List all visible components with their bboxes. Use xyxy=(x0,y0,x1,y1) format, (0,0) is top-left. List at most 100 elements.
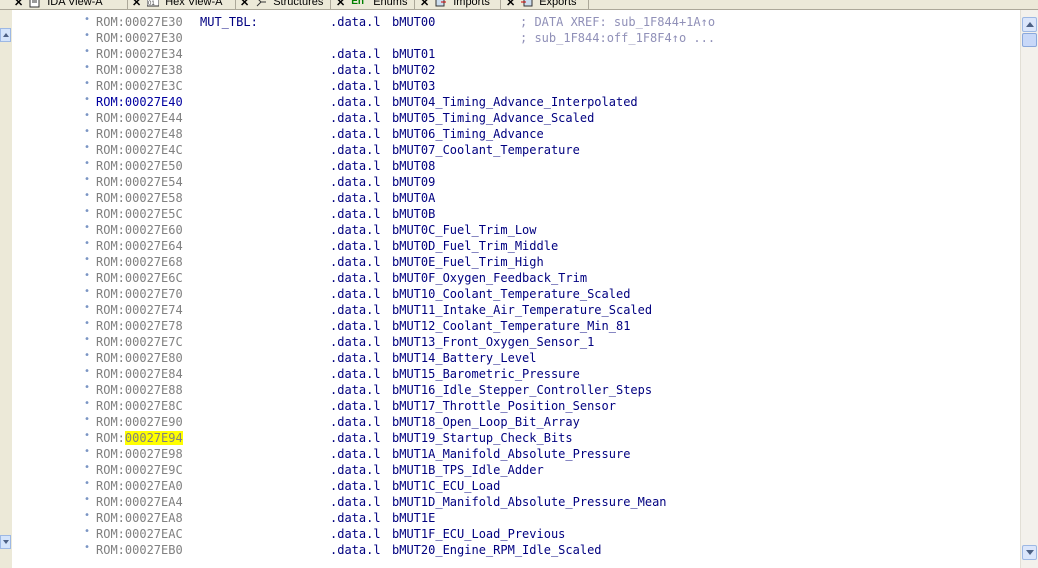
row-address[interactable]: ROM:00027E50 xyxy=(96,158,183,174)
row-operand[interactable]: bMUT20_Engine_RPM_Idle_Scaled xyxy=(392,542,602,558)
listing-row[interactable]: • ROM:00027E58 .data.l bMUT0A xyxy=(12,190,1020,206)
vertical-scrollbar[interactable] xyxy=(1020,10,1038,568)
listing-row[interactable]: • ROM:00027EA4 .data.l bMUT1D_Manifold_Abso… xyxy=(12,494,1020,510)
listing-row[interactable]: • ROM:00027E48 .data.l bMUT06_Timing_Advanc… xyxy=(12,126,1020,142)
listing-row[interactable]: • ROM:00027E4C .data.l bMUT07_Coolant_Tempe… xyxy=(12,142,1020,158)
row-address[interactable]: ROM:00027E4C xyxy=(96,142,183,158)
tab-ida-view[interactable]: ✕ IDA View-A xyxy=(14,0,103,9)
listing-row[interactable]: • ROM:00027EA8 .data.l bMUT1E xyxy=(12,510,1020,526)
row-operand[interactable]: bMUT02 xyxy=(392,62,435,78)
row-operand[interactable]: bMUT1B_TPS_Idle_Adder xyxy=(392,462,544,478)
row-address[interactable]: ROM:00027EAC xyxy=(96,526,183,542)
listing-row[interactable]: • ROM:00027EB0 .data.l bMUT20_Engine_RPM_Id… xyxy=(12,542,1020,558)
row-address[interactable]: ROM:00027E64 xyxy=(96,238,183,254)
listing-row[interactable]: • ROM:00027E5C .data.l bMUT0B xyxy=(12,206,1020,222)
listing-row[interactable]: • ROM:00027E3C .data.l bMUT03 xyxy=(12,78,1020,94)
row-address[interactable]: ROM:00027E60 xyxy=(96,222,183,238)
row-operand[interactable]: bMUT03 xyxy=(392,78,435,94)
row-address[interactable]: ROM:00027EA4 xyxy=(96,494,183,510)
row-address[interactable]: ROM:00027E48 xyxy=(96,126,183,142)
row-address[interactable]: ROM:00027EA8 xyxy=(96,510,183,526)
listing-row[interactable]: • ROM:00027E34 .data.l bMUT01 xyxy=(12,46,1020,62)
row-address[interactable]: ROM:00027E68 xyxy=(96,254,183,270)
close-icon[interactable]: ✕ xyxy=(506,0,515,9)
row-address[interactable]: ROM:00027E94 xyxy=(96,430,183,446)
row-address[interactable]: ROM:00027E58 xyxy=(96,190,183,206)
close-icon[interactable]: ✕ xyxy=(240,0,249,9)
listing-row[interactable]: • ROM:00027E74 .data.l bMUT11_Intake_Air_Te… xyxy=(12,302,1020,318)
listing-row[interactable]: • ROM:00027E30 ; sub_1F844:off_1F8F4↑o ... xyxy=(12,30,1020,46)
row-address[interactable]: ROM:00027E30 xyxy=(96,14,183,30)
row-operand[interactable]: bMUT1E xyxy=(392,510,435,526)
listing-row[interactable]: • ROM:00027E78 .data.l bMUT12_Coolant_Tempe… xyxy=(12,318,1020,334)
row-operand[interactable]: bMUT18_Open_Loop_Bit_Array xyxy=(392,414,580,430)
row-operand[interactable]: bMUT13_Front_Oxygen_Sensor_1 xyxy=(392,334,594,350)
scroll-up-button[interactable] xyxy=(1022,17,1037,32)
row-address[interactable]: ROM:00027E40 xyxy=(96,94,183,110)
listing-row[interactable]: • ROM:00027E80 .data.l bMUT14_Battery_Level xyxy=(12,350,1020,366)
row-operand[interactable]: bMUT11_Intake_Air_Temperature_Scaled xyxy=(392,302,652,318)
scroll-thumb[interactable] xyxy=(1022,33,1037,47)
listing-row[interactable]: • ROM:00027E64 .data.l bMUT0D_Fuel_Trim_Mid… xyxy=(12,238,1020,254)
row-label[interactable]: MUT_TBL: xyxy=(200,14,258,30)
row-operand[interactable]: bMUT00 xyxy=(392,14,435,30)
row-address[interactable]: ROM:00027E5C xyxy=(96,206,183,222)
row-address[interactable]: ROM:00027E88 xyxy=(96,382,183,398)
listing-row[interactable]: • ROM:00027E94 .data.l bMUT19_Startup_Check… xyxy=(12,430,1020,446)
listing-row[interactable]: • ROM:00027E60 .data.l bMUT0C_Fuel_Trim_Low xyxy=(12,222,1020,238)
row-address[interactable]: ROM:00027E30 xyxy=(96,30,183,46)
row-address[interactable]: ROM:00027E34 xyxy=(96,46,183,62)
close-icon[interactable]: ✕ xyxy=(14,0,23,9)
listing-row[interactable]: • ROM:00027E68 .data.l bMUT0E_Fuel_Trim_Hig… xyxy=(12,254,1020,270)
row-operand[interactable]: bMUT1F_ECU_Load_Previous xyxy=(392,526,565,542)
row-operand[interactable]: bMUT05_Timing_Advance_Scaled xyxy=(392,110,594,126)
row-operand[interactable]: bMUT1C_ECU_Load xyxy=(392,478,500,494)
listing-row[interactable]: • ROM:00027E90 .data.l bMUT18_Open_Loop_Bit… xyxy=(12,414,1020,430)
row-address[interactable]: ROM:00027E7C xyxy=(96,334,183,350)
row-operand[interactable]: bMUT0F_Oxygen_Feedback_Trim xyxy=(392,270,587,286)
row-operand[interactable]: bMUT15_Barometric_Pressure xyxy=(392,366,580,382)
listing-row[interactable]: • ROM:00027E88 .data.l bMUT16_Idle_Stepper_… xyxy=(12,382,1020,398)
row-address[interactable]: ROM:00027E54 xyxy=(96,174,183,190)
tab-enums[interactable]: ✕ En Enums xyxy=(336,0,407,9)
listing-row[interactable]: • ROM:00027E98 .data.l bMUT1A_Manifold_Abso… xyxy=(12,446,1020,462)
row-address[interactable]: ROM:00027EB0 xyxy=(96,542,183,558)
row-address[interactable]: ROM:00027E8C xyxy=(96,398,183,414)
row-operand[interactable]: bMUT1A_Manifold_Absolute_Pressure xyxy=(392,446,630,462)
left-scroll-down-button[interactable] xyxy=(0,535,11,549)
tab-structures[interactable]: ✕ Structures xyxy=(240,0,323,9)
row-operand[interactable]: bMUT16_Idle_Stepper_Controller_Steps xyxy=(392,382,652,398)
listing-row[interactable]: • ROM:00027E6C .data.l bMUT0F_Oxygen_Feedba… xyxy=(12,270,1020,286)
row-operand[interactable]: bMUT0B xyxy=(392,206,435,222)
row-operand[interactable]: bMUT10_Coolant_Temperature_Scaled xyxy=(392,286,630,302)
row-operand[interactable]: bMUT17_Throttle_Position_Sensor xyxy=(392,398,616,414)
row-operand[interactable]: bMUT1D_Manifold_Absolute_Pressure_Mean xyxy=(392,494,667,510)
close-icon[interactable]: ✕ xyxy=(420,0,429,9)
listing-row[interactable]: • ROM:00027EA0 .data.l bMUT1C_ECU_Load xyxy=(12,478,1020,494)
listing-row[interactable]: • ROM:00027E40 .data.l bMUT04_Timing_Advanc… xyxy=(12,94,1020,110)
scroll-down-button[interactable] xyxy=(1022,545,1037,560)
row-address[interactable]: ROM:00027E70 xyxy=(96,286,183,302)
row-operand[interactable]: bMUT04_Timing_Advance_Interpolated xyxy=(392,94,638,110)
listing-row[interactable]: • ROM:00027EAC .data.l bMUT1F_ECU_Load_Prev… xyxy=(12,526,1020,542)
row-operand[interactable]: bMUT14_Battery_Level xyxy=(392,350,537,366)
row-address[interactable]: ROM:00027E9C xyxy=(96,462,183,478)
listing-row[interactable]: • ROM:00027E50 .data.l bMUT08 xyxy=(12,158,1020,174)
listing-row[interactable]: • ROM:00027E54 .data.l bMUT09 xyxy=(12,174,1020,190)
row-operand[interactable]: bMUT07_Coolant_Temperature xyxy=(392,142,580,158)
row-address[interactable]: ROM:00027E38 xyxy=(96,62,183,78)
row-address[interactable]: ROM:00027E84 xyxy=(96,366,183,382)
row-address[interactable]: ROM:00027E44 xyxy=(96,110,183,126)
tab-hex-view[interactable]: ✕ 01 Hex View-A xyxy=(132,0,222,9)
row-operand[interactable]: bMUT0E_Fuel_Trim_High xyxy=(392,254,544,270)
row-address[interactable]: ROM:00027E6C xyxy=(96,270,183,286)
row-operand[interactable]: bMUT12_Coolant_Temperature_Min_81 xyxy=(392,318,630,334)
listing-row[interactable]: • ROM:00027E9C .data.l bMUT1B_TPS_Idle_Adde… xyxy=(12,462,1020,478)
disassembly-listing[interactable]: • ROM:00027E30 MUT_TBL: .data.l bMUT00; DATA… xyxy=(12,10,1020,568)
tab-exports[interactable]: ✕ Exports xyxy=(506,0,577,9)
row-address[interactable]: ROM:00027E98 xyxy=(96,446,183,462)
listing-row[interactable]: • ROM:00027E84 .data.l bMUT15_Barometric_Pr… xyxy=(12,366,1020,382)
close-icon[interactable]: ✕ xyxy=(132,0,141,9)
row-address[interactable]: ROM:00027E90 xyxy=(96,414,183,430)
row-address[interactable]: ROM:00027E74 xyxy=(96,302,183,318)
